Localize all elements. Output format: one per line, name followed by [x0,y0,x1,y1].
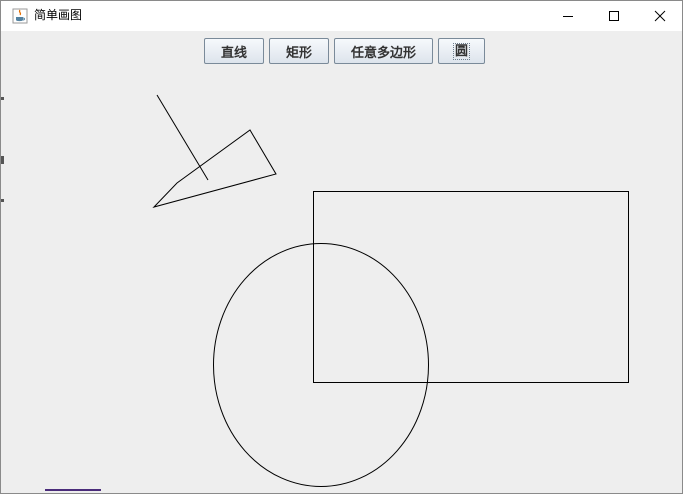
rectangle-tool-button[interactable]: 矩形 [269,38,329,64]
background-window-edge [1,97,4,100]
background-window-fragment [45,487,103,493]
drawn-rectangle [313,191,629,383]
background-window-edge [1,199,4,202]
background-window-edge [1,156,4,164]
drawn-line [156,94,209,181]
circle-tool-label: 圆 [452,42,470,60]
line-tool-button[interactable]: 直线 [204,38,264,64]
rectangle-tool-label: 矩形 [285,45,312,61]
drawn-polygon [152,129,277,208]
circle-tool-button[interactable]: 圆 [438,38,485,64]
polygon-tool-button[interactable]: 任意多边形 [334,38,433,64]
drawing-canvas[interactable] [1,1,683,494]
app-window: 简单画图 直线 矩形 任意多边形 圆 [0,0,683,494]
polygon-tool-label: 任意多边形 [350,45,416,61]
drawn-ellipse [213,243,429,487]
line-tool-label: 直线 [220,45,247,61]
